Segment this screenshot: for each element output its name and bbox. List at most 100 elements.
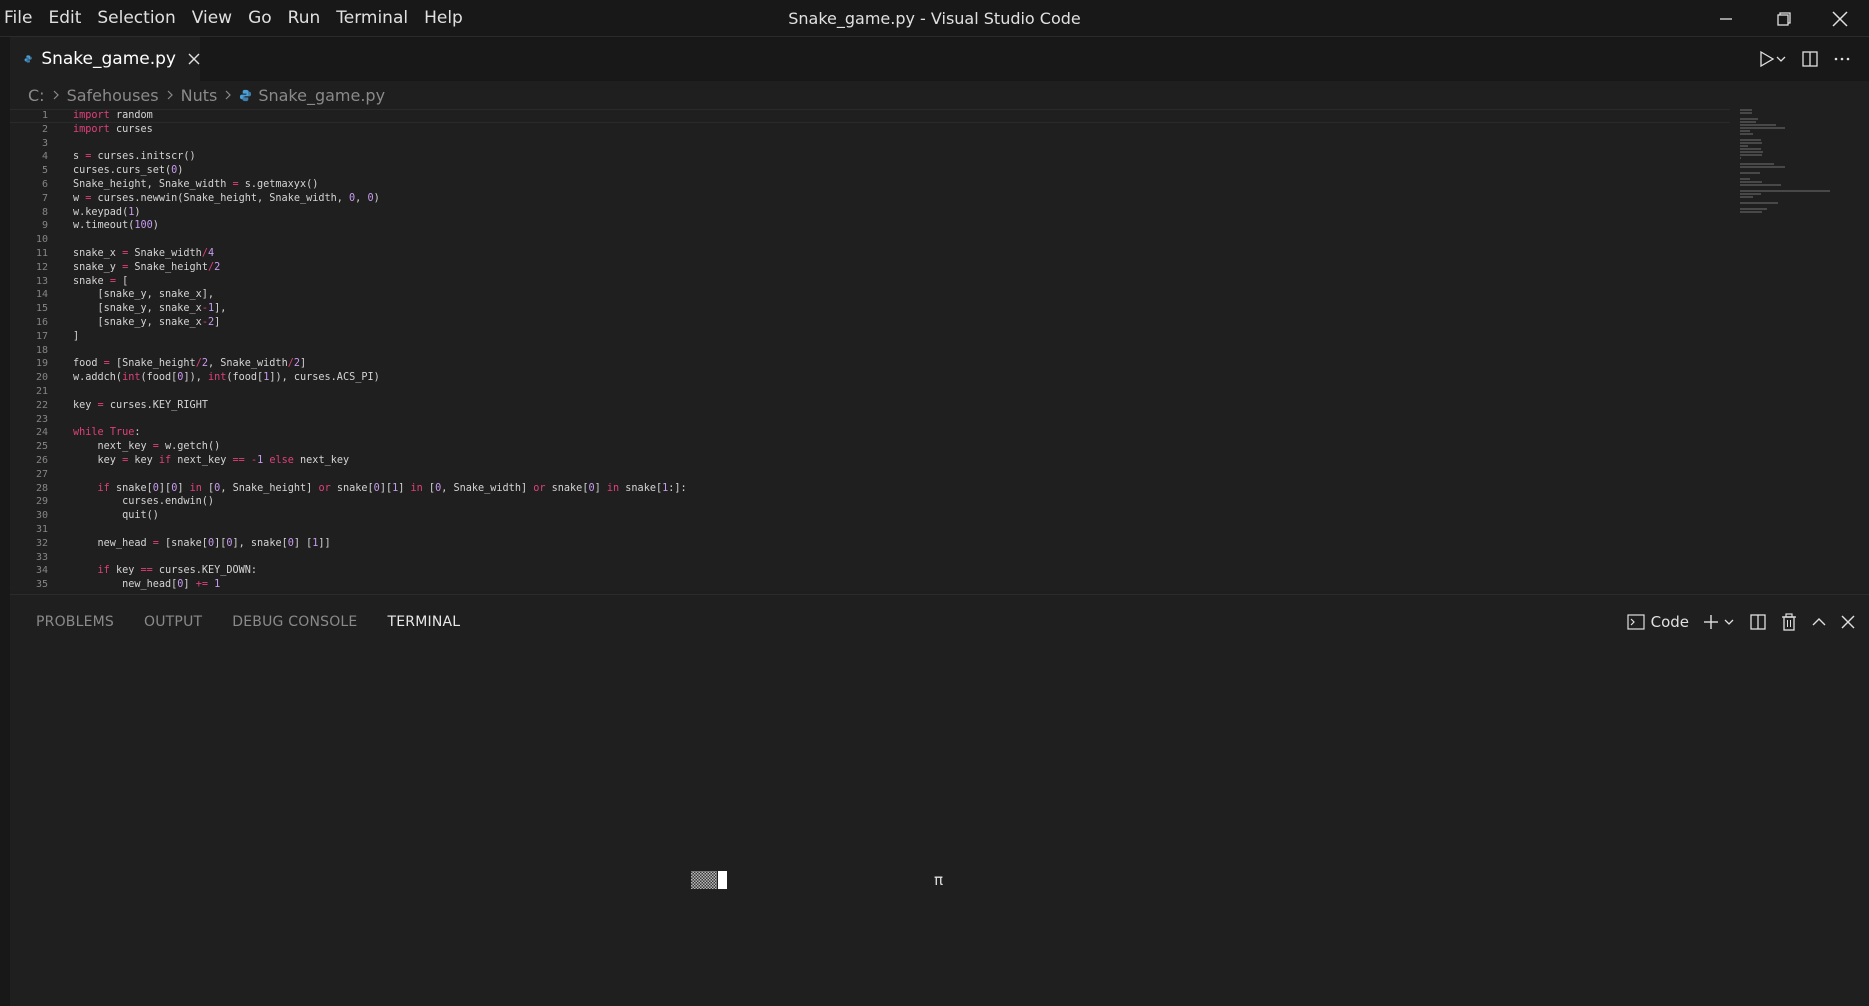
terminal-name: Code	[1650, 613, 1689, 631]
maximize-panel-button[interactable]	[1811, 614, 1827, 630]
line-number: 21	[35, 385, 48, 397]
run-python-button[interactable]	[1757, 50, 1787, 68]
kill-terminal-button[interactable]	[1781, 613, 1797, 631]
tab-problems[interactable]: PROBLEMS	[36, 614, 114, 630]
menu-view[interactable]: View	[184, 0, 240, 37]
play-icon	[1760, 50, 1775, 68]
minimize-icon	[1720, 17, 1732, 20]
split-editor-icon	[1802, 51, 1818, 67]
tab-debug-console[interactable]: DEBUG CONSOLE	[232, 614, 357, 630]
code-line: while True:	[73, 427, 141, 439]
breadcrumb-folder-nuts[interactable]: Nuts	[181, 86, 218, 105]
terminal-output[interactable]: π	[10, 643, 1869, 1006]
line-number: 22	[35, 399, 48, 411]
line-number: 8	[41, 206, 48, 218]
code-line: ]	[73, 330, 80, 342]
line-number: 12	[35, 261, 48, 273]
line-number: 9	[41, 220, 48, 232]
chevron-up-icon	[1812, 618, 1826, 626]
menu-file[interactable]: File	[0, 0, 40, 37]
close-icon	[1841, 615, 1855, 629]
close-window-button[interactable]	[1812, 0, 1868, 37]
new-terminal-button[interactable]	[1703, 614, 1735, 630]
breadcrumb-file[interactable]: Snake_game.py	[258, 86, 385, 105]
terminal-icon	[1626, 614, 1645, 630]
panel-actions: Code	[1626, 607, 1855, 637]
breadcrumb-drive[interactable]: C:	[28, 86, 45, 105]
minimap-line	[1740, 208, 1767, 210]
line-number-gutter: 1 2 3 4 5 6 7 8 9 10 11 12 13 14 15 16 17 18 19 20 21 22 23 24 2…	[10, 109, 48, 591]
breadcrumb-folder-safehouses[interactable]: Safehouses	[67, 86, 159, 105]
code-line: if snake[0][0] in [0, Snake_height] or s…	[97, 482, 687, 494]
python-file-icon	[240, 89, 252, 101]
tab-output[interactable]: OUTPUT	[144, 614, 202, 630]
chevron-down-icon	[1776, 56, 1786, 62]
minimap-line	[1740, 211, 1762, 213]
code-line: [snake_y, snake_x-1],	[73, 303, 227, 315]
code-editor[interactable]: 1 2 3 4 5 6 7 8 9 10 11 12 13 14 15 16 17 18 19 20 21 22 23 24 2…	[10, 109, 1869, 591]
split-terminal-button[interactable]	[1749, 613, 1767, 631]
minimap-line	[1740, 109, 1752, 111]
snake-body	[691, 871, 727, 889]
minimap[interactable]	[1740, 109, 1860, 229]
code-line: key = curses.KEY_RIGHT	[73, 399, 208, 411]
code-line: snake_x = Snake_width/4	[73, 247, 215, 259]
plus-icon	[1704, 615, 1718, 629]
chevron-down-icon	[1724, 619, 1734, 625]
code-line: snake_y = Snake_height/2	[73, 261, 221, 273]
bottom-panel: PROBLEMS OUTPUT DEBUG CONSOLE TERMINAL C…	[10, 594, 1869, 1006]
tab-snake-game[interactable]: Snake_game.py	[10, 37, 200, 81]
tab-label: Snake_game.py	[41, 49, 176, 69]
restore-button[interactable]	[1756, 0, 1812, 37]
tab-close-button[interactable]	[188, 50, 200, 68]
menu-terminal[interactable]: Terminal	[328, 0, 416, 37]
minimap-line	[1740, 127, 1785, 129]
terminal-selector[interactable]: Code	[1626, 613, 1689, 631]
line-number: 3	[41, 137, 48, 149]
line-number: 27	[35, 468, 48, 480]
code-line: curses.endwin()	[73, 496, 215, 508]
more-actions-button[interactable]	[1833, 50, 1851, 68]
minimap-line	[1740, 151, 1763, 153]
minimap-line	[1740, 124, 1776, 126]
code-line: w.timeout(100)	[73, 220, 159, 232]
line-number: 13	[35, 275, 48, 287]
line-number: 15	[35, 303, 48, 315]
line-number: 23	[35, 413, 48, 425]
close-icon	[188, 53, 200, 65]
close-panel-button[interactable]	[1841, 615, 1855, 629]
minimap-line	[1740, 190, 1830, 192]
menu-help[interactable]: Help	[416, 0, 471, 37]
code-line: curses.curs_set(0)	[73, 165, 184, 177]
title-bar: File Edit Selection View Go Run Terminal…	[0, 0, 1869, 37]
minimap-line	[1740, 193, 1761, 195]
code-line: new_head = [snake[0][0], snake[0] [1]]	[73, 537, 331, 549]
code-content[interactable]: import random import curses s = curses.in…	[73, 109, 687, 591]
code-line: snake = [	[73, 275, 129, 287]
code-line: key = key if next_key == -1 else next_ke…	[73, 454, 350, 466]
code-line: food = [Snake_height/2, Snake_width/2]	[73, 358, 307, 370]
code-line: Snake_height, Snake_width = s.getmaxyx()	[73, 178, 319, 190]
menu-run[interactable]: Run	[280, 0, 329, 37]
breadcrumb: C: Safehouses Nuts Snake_game.py	[10, 81, 1869, 109]
minimize-button[interactable]	[1698, 0, 1754, 37]
minimap-line	[1740, 163, 1775, 165]
menu-selection[interactable]: Selection	[89, 0, 183, 37]
minimap-line	[1740, 166, 1785, 168]
minimap-line	[1740, 196, 1753, 198]
split-editor-button[interactable]	[1801, 50, 1819, 68]
minimap-line	[1740, 130, 1750, 132]
line-number: 7	[41, 192, 48, 204]
line-number: 32	[35, 537, 48, 549]
editor-tab-bar: Snake_game.py	[0, 37, 1869, 81]
menu-go[interactable]: Go	[240, 0, 280, 37]
code-line: w.addch(int(food[0]), int(food[1]), curs…	[73, 372, 380, 384]
tab-terminal[interactable]: TERMINAL	[387, 614, 460, 630]
menu-edit[interactable]: Edit	[40, 0, 89, 37]
